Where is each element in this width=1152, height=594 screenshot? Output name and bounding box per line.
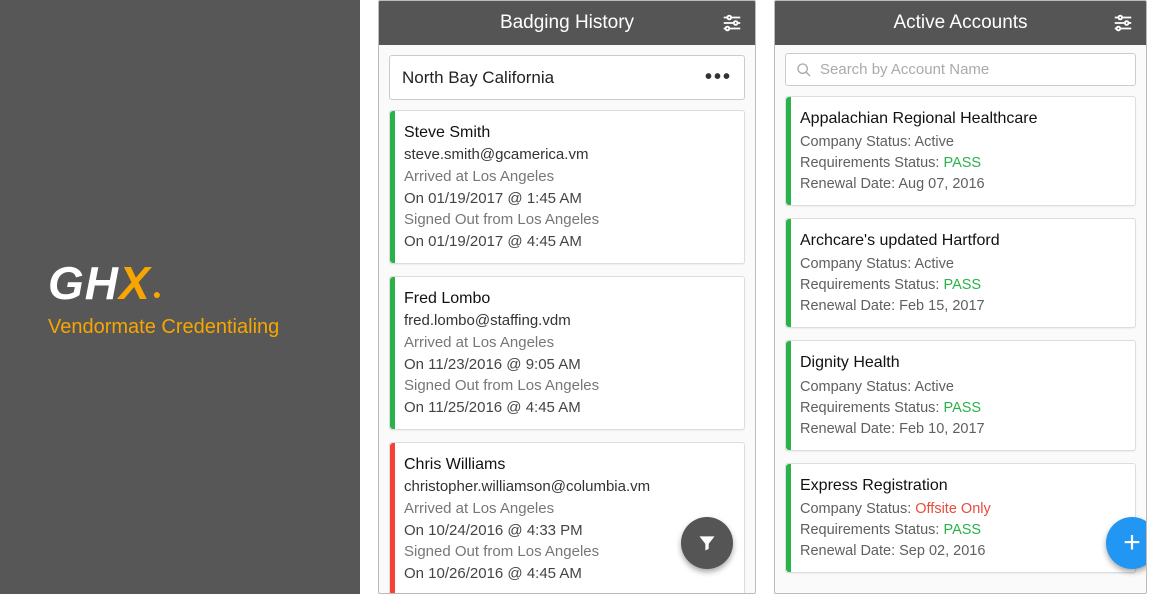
value: Active xyxy=(914,379,954,395)
more-icon[interactable]: ••• xyxy=(705,66,732,89)
account-card[interactable]: Dignity HealthCompany Status: ActiveRequ… xyxy=(785,340,1136,450)
appbar: Badging History xyxy=(379,1,755,45)
account-renew: Renewal Date: Sep 02, 2016 xyxy=(800,541,1123,562)
value: Feb 15, 2017 xyxy=(899,298,984,314)
label: Company Status: xyxy=(800,256,914,272)
brand-subtitle: Vendormate Credentialing xyxy=(48,316,279,339)
value: Sep 02, 2016 xyxy=(899,543,985,559)
value: Feb 10, 2017 xyxy=(899,421,984,437)
account-name: Appalachian Regional Healthcare xyxy=(800,107,1123,130)
active-accounts-screen: Active Accounts Appalachian Regional Hea… xyxy=(774,0,1147,594)
logo-gh: GH xyxy=(48,257,119,309)
account-company: Company Status: Active xyxy=(800,254,1123,275)
account-name: Dignity Health xyxy=(800,351,1123,374)
label: Renewal Date: xyxy=(800,421,899,437)
appbar-title: Badging History xyxy=(500,12,634,34)
label: Requirements Status: xyxy=(800,155,943,171)
badging-card[interactable]: Chris Williamschristopher.williamson@col… xyxy=(389,442,745,593)
account-req: Requirements Status: PASS xyxy=(800,520,1123,541)
accounts-list[interactable]: Appalachian Regional HealthcareCompany S… xyxy=(775,92,1146,593)
label: Company Status: xyxy=(800,379,914,395)
label: Renewal Date: xyxy=(800,298,899,314)
card-arrived-label: Arrived at Los Angeles xyxy=(404,498,732,520)
account-card[interactable]: Appalachian Regional HealthcareCompany S… xyxy=(785,96,1136,206)
appbar: Active Accounts xyxy=(775,1,1146,45)
card-signed-time: On 01/19/2017 @ 4:45 AM xyxy=(404,231,732,253)
ghx-logo: GHX ● xyxy=(48,256,161,310)
card-arrived-time: On 11/23/2016 @ 9:05 AM xyxy=(404,354,732,376)
logo-dot-icon: ● xyxy=(153,286,161,302)
status-bar xyxy=(786,97,791,205)
account-req: Requirements Status: PASS xyxy=(800,153,1123,174)
location-selector[interactable]: North Bay California ••• xyxy=(389,55,745,100)
account-name: Express Registration xyxy=(800,474,1123,497)
card-name: Fred Lombo xyxy=(404,287,732,310)
card-email: christopher.williamson@columbia.vm xyxy=(404,476,732,498)
badging-card[interactable]: Steve Smithsteve.smith@gcamerica.vmArriv… xyxy=(389,110,745,264)
card-signed-time: On 10/26/2016 @ 4:45 AM xyxy=(404,563,732,585)
account-company: Company Status: Active xyxy=(800,377,1123,398)
card-email: steve.smith@gcamerica.vm xyxy=(404,144,732,166)
account-card[interactable]: Express RegistrationCompany Status: Offs… xyxy=(785,463,1136,573)
status-bar xyxy=(786,219,791,327)
value: PASS xyxy=(943,522,981,538)
label: Renewal Date: xyxy=(800,176,898,192)
label: Renewal Date: xyxy=(800,543,899,559)
card-arrived-label: Arrived at Los Angeles xyxy=(404,332,732,354)
label: Company Status: xyxy=(800,134,914,150)
value: Offsite Only xyxy=(915,501,990,517)
label: Company Status: xyxy=(800,501,915,517)
status-bar xyxy=(390,443,395,593)
account-company: Company Status: Offsite Only xyxy=(800,499,1123,520)
card-arrived-time: On 01/19/2017 @ 1:45 AM xyxy=(404,188,732,210)
card-email: fred.lombo@staffing.vdm xyxy=(404,310,732,332)
value: PASS xyxy=(943,155,981,171)
label: Requirements Status: xyxy=(800,522,943,538)
card-name: Steve Smith xyxy=(404,121,732,144)
badging-card[interactable]: Fred Lombofred.lombo@staffing.vdmArrived… xyxy=(389,276,745,430)
account-search[interactable] xyxy=(785,53,1136,86)
card-arrived-label: Arrived at Los Angeles xyxy=(404,166,732,188)
appbar-title: Active Accounts xyxy=(893,12,1027,34)
value: Aug 07, 2016 xyxy=(898,176,984,192)
brand-panel: GHX ● Vendormate Credentialing xyxy=(0,0,360,594)
card-name: Chris Williams xyxy=(404,453,732,476)
search-input[interactable] xyxy=(820,61,1125,78)
location-text: North Bay California xyxy=(402,68,554,88)
card-signed-label: Signed Out from Los Angeles xyxy=(404,375,732,397)
label: Requirements Status: xyxy=(800,277,943,293)
settings-icon[interactable] xyxy=(721,1,743,45)
account-renew: Renewal Date: Aug 07, 2016 xyxy=(800,174,1123,195)
filter-icon xyxy=(697,533,717,553)
account-card[interactable]: Archcare's updated HartfordCompany Statu… xyxy=(785,218,1136,328)
value: Active xyxy=(914,134,954,150)
filter-fab[interactable] xyxy=(681,517,733,569)
search-icon xyxy=(796,62,812,78)
value: Active xyxy=(914,256,954,272)
value: PASS xyxy=(943,277,981,293)
account-name: Archcare's updated Hartford xyxy=(800,229,1123,252)
value: PASS xyxy=(943,400,981,416)
status-bar xyxy=(786,341,791,449)
account-company: Company Status: Active xyxy=(800,132,1123,153)
account-renew: Renewal Date: Feb 15, 2017 xyxy=(800,296,1123,317)
badging-history-screen: Badging History North Bay California •••… xyxy=(378,0,756,594)
status-bar xyxy=(390,111,395,263)
logo-x: X xyxy=(119,257,151,309)
label: Requirements Status: xyxy=(800,400,943,416)
status-bar xyxy=(390,277,395,429)
account-req: Requirements Status: PASS xyxy=(800,275,1123,296)
card-signed-label: Signed Out from Los Angeles xyxy=(404,209,732,231)
card-signed-time: On 11/25/2016 @ 4:45 AM xyxy=(404,397,732,419)
status-bar xyxy=(786,464,791,572)
account-renew: Renewal Date: Feb 10, 2017 xyxy=(800,419,1123,440)
settings-icon[interactable] xyxy=(1112,1,1134,45)
account-req: Requirements Status: PASS xyxy=(800,398,1123,419)
